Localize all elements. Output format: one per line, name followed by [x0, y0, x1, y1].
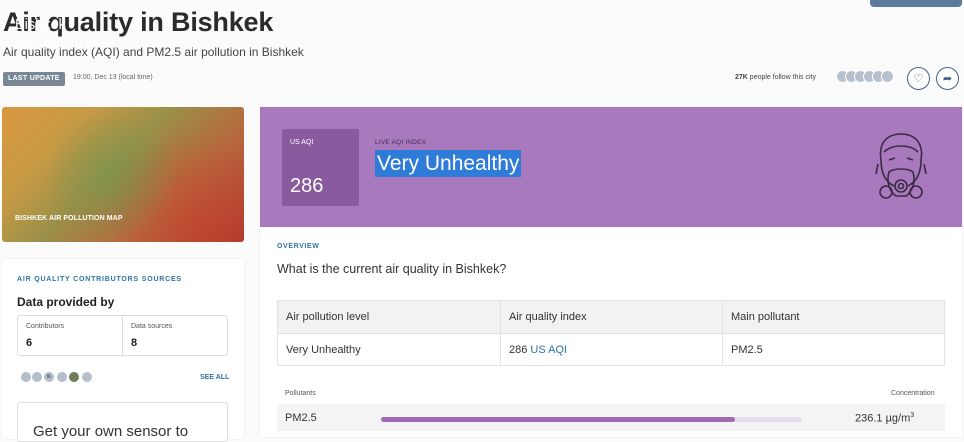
aqi-value: 286: [290, 175, 324, 197]
aqi-status: Very Unhealthy: [375, 150, 522, 177]
last-update-badge: LAST UPDATE: [3, 72, 65, 86]
table-header: Air quality index: [500, 300, 723, 334]
overview-question: What is the current air quality in Bishk…: [277, 262, 507, 276]
table-header: Air pollution level: [277, 300, 501, 334]
table-row: Very Unhealthy 286 US AQI PM2.5: [277, 333, 945, 366]
pollutants-label: Pollutants: [285, 390, 316, 397]
contributors-value: 6: [26, 337, 33, 349]
last-update-time: 19:00, Dec 13 (local time): [73, 74, 153, 81]
overview-label: OVERVIEW: [277, 243, 320, 250]
followers-text: 27K people follow this city: [735, 74, 816, 81]
sensor-promo-text: Get your own sensor to: [33, 423, 189, 440]
pollutant-concentration: 236.1 µg/m3: [855, 412, 914, 425]
live-aqi-label: LIVE AQI INDEX: [375, 139, 427, 146]
stats-divider: [122, 316, 123, 357]
aqi-unit-link[interactable]: US AQI: [530, 344, 567, 356]
pollutant-bar: [381, 417, 802, 422]
map-card-subtitle: BISHKEK AIR POLLUTION MAP: [15, 215, 123, 222]
pollutant-unit-exponent: 3: [910, 412, 915, 419]
followers-count: 27K: [735, 74, 748, 81]
top-right-button[interactable]: [870, 0, 962, 7]
share-button[interactable]: ➦: [936, 67, 959, 90]
contributors-stats: [17, 315, 228, 357]
data-sources-value: 8: [131, 337, 138, 349]
share-icon: ➦: [942, 73, 953, 85]
data-sources-label: Data sources: [131, 323, 173, 330]
main-pollutant-cell: PM2.5: [722, 333, 945, 366]
aqi-cell: 286 US AQI: [500, 333, 723, 366]
table-header-row: Air pollution level Air quality index Ma…: [277, 300, 945, 334]
see-all-link[interactable]: SEE ALL: [200, 374, 229, 381]
pollutant-name: PM2.5: [285, 412, 317, 424]
pollution-level-cell: Very Unhealthy: [277, 333, 501, 366]
contributors-title: Data provided by: [17, 295, 115, 309]
concentration-label: Concentration: [891, 390, 935, 397]
table-header: Main pollutant: [722, 300, 945, 334]
heart-icon: ♡: [913, 73, 924, 85]
pollutant-unit: µg/m: [885, 412, 911, 425]
contributor-avatar[interactable]: [81, 371, 93, 383]
map-card-title: Bishkek Air Quality Map: [15, 17, 115, 51]
contributor-avatar[interactable]: [68, 371, 80, 383]
contributors-label: Contributors: [26, 323, 65, 330]
contributor-avatar[interactable]: [56, 371, 68, 383]
aqi-banner: [260, 107, 962, 227]
aqi-label: US AQI: [290, 139, 314, 146]
contributor-avatar[interactable]: IK: [43, 371, 55, 383]
pollutant-bar-fill: [381, 417, 735, 422]
air-quality-table: Air pollution level Air quality index Ma…: [277, 300, 945, 366]
follow-button[interactable]: ♡: [907, 67, 930, 90]
pollutant-value: 236.1: [855, 412, 883, 425]
followers-label: people follow this city: [749, 74, 816, 81]
contributor-avatar[interactable]: [31, 371, 43, 383]
contributors-heading: AIR QUALITY CONTRIBUTORS SOURCES: [17, 276, 182, 283]
gas-mask-face-icon: [875, 133, 927, 199]
follower-avatar: [881, 70, 894, 83]
aqi-cell-value: 286: [509, 343, 528, 356]
